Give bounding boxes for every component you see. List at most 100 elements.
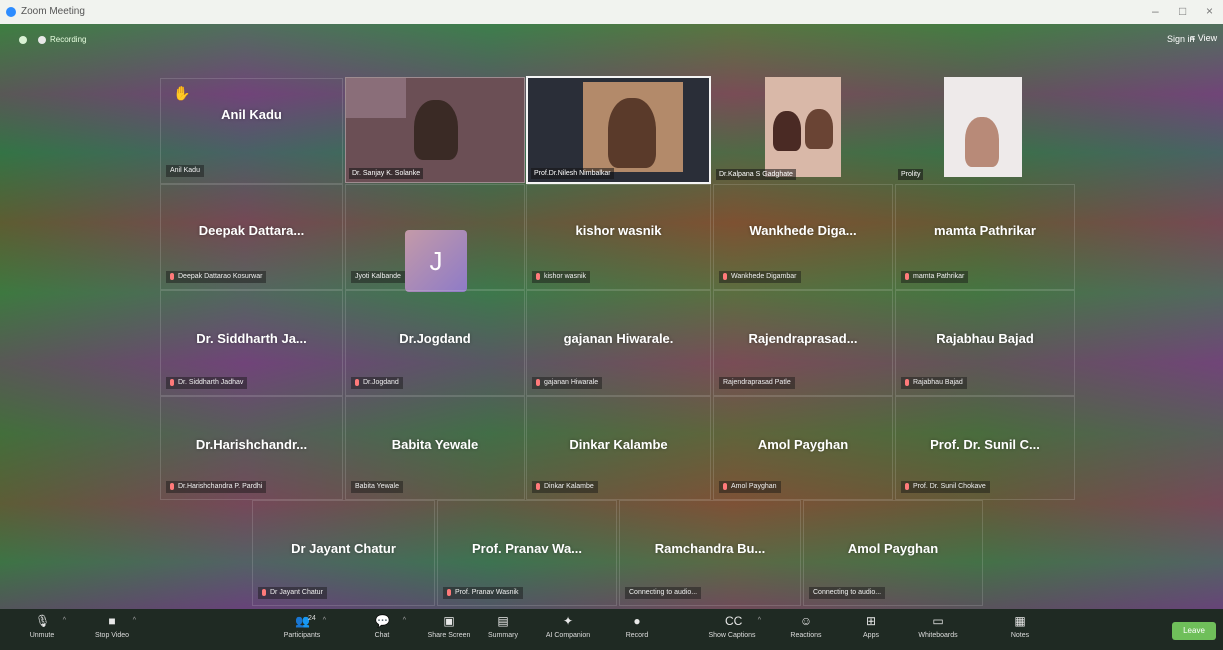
whiteboards-button[interactable]: ▭ Whiteboards: [905, 612, 971, 648]
chevron-up-icon[interactable]: ^: [323, 617, 326, 624]
participant-label-text: kishor wasnik: [544, 273, 587, 280]
participant-tile[interactable]: Amol Payghan Amol Payghan: [713, 396, 893, 500]
participants-button[interactable]: 👥 24 ^ Participants: [272, 612, 332, 648]
leave-button[interactable]: Leave: [1172, 622, 1216, 640]
show-captions-label: Show Captions: [708, 632, 756, 639]
raised-hand-icon: ✋: [173, 85, 191, 101]
participant-tile[interactable]: Rajabhau Bajad Rajabhau Bajad: [895, 290, 1075, 396]
maximize-button[interactable]: □: [1179, 4, 1186, 18]
notes-button[interactable]: ▦ Notes: [990, 612, 1050, 648]
participant-video: [608, 98, 656, 168]
participant-name: Dr.Harishchandr...: [195, 437, 308, 452]
mute-icon: [355, 378, 359, 386]
active-speaker-tile[interactable]: Prof.Dr.Nilesh Nimbalkar: [526, 76, 711, 184]
participant-tile[interactable]: Dinkar Kalambe Dinkar Kalambe: [526, 396, 711, 500]
stop-video-button[interactable]: ■ ^ Stop Video: [82, 612, 142, 648]
mute-icon: [536, 482, 540, 490]
ai-companion-button[interactable]: ✦ AI Companion: [535, 612, 601, 648]
close-button[interactable]: ×: [1206, 4, 1213, 18]
participant-tile[interactable]: Wankhede Diga... Wankhede Digambar: [713, 184, 893, 290]
mute-icon: [905, 378, 909, 386]
unmute-button[interactable]: 🎙 ^ Unmute: [12, 612, 72, 648]
participant-label: Connecting to audio...: [625, 587, 702, 599]
participant-name: Prof. Pranav Wa...: [471, 541, 583, 556]
captions-icon: CC: [725, 614, 743, 628]
video-tile[interactable]: Dr.Kalpana S Gadghate: [713, 77, 893, 183]
mute-icon: [170, 272, 174, 280]
video-tile[interactable]: Prolity: [895, 77, 1075, 183]
participant-tile[interactable]: Dr Jayant Chatur Dr Jayant Chatur: [252, 500, 435, 606]
camera-icon: ■: [108, 614, 116, 628]
participant-video: [805, 109, 833, 149]
participant-label-text: Rajabhau Bajad: [913, 379, 963, 386]
minimize-button[interactable]: –: [1152, 4, 1159, 18]
meeting-toolbar: 🎙 ^ Unmute ■ ^ Stop Video 👥 24 ^ Partici…: [0, 609, 1223, 650]
participant-name: Amol Payghan: [847, 541, 939, 556]
view-button[interactable]: ≡ View: [1190, 33, 1217, 43]
participant-label: Dr.Harishchandra P. Pardhi: [166, 481, 267, 493]
participant-label: Jyoti Kalbande: [351, 271, 405, 283]
participant-tile[interactable]: Ramchandra Bu... Connecting to audio...: [619, 500, 801, 606]
participant-tile[interactable]: Dr. Siddharth Ja... Dr. Siddharth Jadhav: [160, 290, 343, 396]
video-tile[interactable]: Dr. Sanjay K. Solanke: [345, 77, 525, 183]
video-background: [346, 78, 406, 118]
participant-video: [773, 111, 801, 151]
share-screen-label: Share Screen: [427, 632, 471, 639]
ai-companion-label: AI Companion: [545, 632, 591, 639]
participant-name: Ramchandra Bu...: [654, 541, 766, 556]
participant-name: gajanan Hiwarale.: [563, 331, 674, 346]
share-screen-button[interactable]: ▣ Share Screen: [419, 612, 479, 648]
participant-label: Prolity: [898, 169, 924, 180]
participant-tile[interactable]: Dr.Harishchandr... Dr.Harishchandra P. P…: [160, 396, 343, 500]
apps-button[interactable]: ⊞ Apps: [841, 612, 901, 648]
participant-tile[interactable]: Prof. Dr. Sunil C... Prof. Dr. Sunil Cho…: [895, 396, 1075, 500]
participant-label: Dinkar Kalambe: [532, 481, 598, 493]
summary-button[interactable]: ▤ Summary: [473, 612, 533, 648]
participant-tile[interactable]: kishor wasnik kishor wasnik: [526, 184, 711, 290]
participant-tile[interactable]: Prof. Pranav Wa... Prof. Pranav Wasnik: [437, 500, 617, 606]
participant-label-text: Prof. Dr. Sunil Chokave: [913, 483, 986, 490]
participant-label: Prof.Dr.Nilesh Nimbalkar: [531, 168, 614, 179]
mute-icon: [905, 482, 909, 490]
participants-label: Participants: [283, 632, 321, 639]
chevron-up-icon[interactable]: ^: [133, 617, 136, 624]
participant-name: Deepak Dattara...: [198, 223, 305, 238]
participant-label-text: Wankhede Digambar: [731, 273, 797, 280]
participant-tile[interactable]: Amol Payghan Connecting to audio...: [803, 500, 983, 606]
participant-label-text: Amol Payghan: [731, 483, 777, 490]
chevron-up-icon[interactable]: ^: [758, 617, 761, 624]
reactions-label: Reactions: [790, 632, 822, 639]
reactions-icon: ☺: [799, 614, 813, 628]
chevron-up-icon[interactable]: ^: [63, 617, 66, 624]
meeting-gallery: Recording Sign in ≡ View ✋ Anil Kadu Ani…: [0, 24, 1223, 609]
chevron-up-icon[interactable]: ^: [403, 617, 406, 624]
participant-label: Rajabhau Bajad: [901, 377, 967, 389]
participant-label: Anil Kadu: [166, 165, 204, 177]
mute-icon: [262, 588, 266, 596]
participant-tile[interactable]: Rajendraprasad... Rajendraprasad Patle: [713, 290, 893, 396]
participant-name: Rajendraprasad...: [748, 331, 858, 346]
participant-label: Dr.Kalpana S Gadghate: [716, 169, 796, 180]
chat-button[interactable]: 💬 ^ Chat: [352, 612, 412, 648]
summary-icon: ▤: [497, 614, 509, 628]
participant-tile[interactable]: Dr.Jogdand Dr.Jogdand: [345, 290, 525, 396]
participant-label-text: Dr Jayant Chatur: [270, 589, 323, 596]
mute-icon: [170, 482, 174, 490]
participant-label: Wankhede Digambar: [719, 271, 801, 283]
security-shield-icon[interactable]: [19, 36, 27, 44]
participant-video: [965, 117, 999, 167]
participant-tile[interactable]: Deepak Dattara... Deepak Dattarao Kosurw…: [160, 184, 343, 290]
participant-label-text: Dr.Harishchandra P. Pardhi: [178, 483, 263, 490]
record-button[interactable]: ● Record: [607, 612, 667, 648]
reactions-button[interactable]: ☺ Reactions: [776, 612, 836, 648]
show-captions-button[interactable]: CC ^ Show Captions: [697, 612, 767, 648]
share-screen-icon: ▣: [443, 614, 455, 628]
participant-label-text: Prolity: [901, 171, 921, 178]
participant-tile[interactable]: ✋ Anil Kadu Anil Kadu: [160, 78, 343, 184]
chat-label: Chat: [374, 632, 390, 639]
participant-tile[interactable]: Babita Yewale Babita Yewale: [345, 396, 525, 500]
recording-label: Recording: [50, 35, 87, 44]
whiteboard-icon: ▭: [932, 614, 944, 628]
participant-tile[interactable]: gajanan Hiwarale. gajanan Hiwarale: [526, 290, 711, 396]
participant-tile[interactable]: mamta Pathrikar mamta Pathrikar: [895, 184, 1075, 290]
